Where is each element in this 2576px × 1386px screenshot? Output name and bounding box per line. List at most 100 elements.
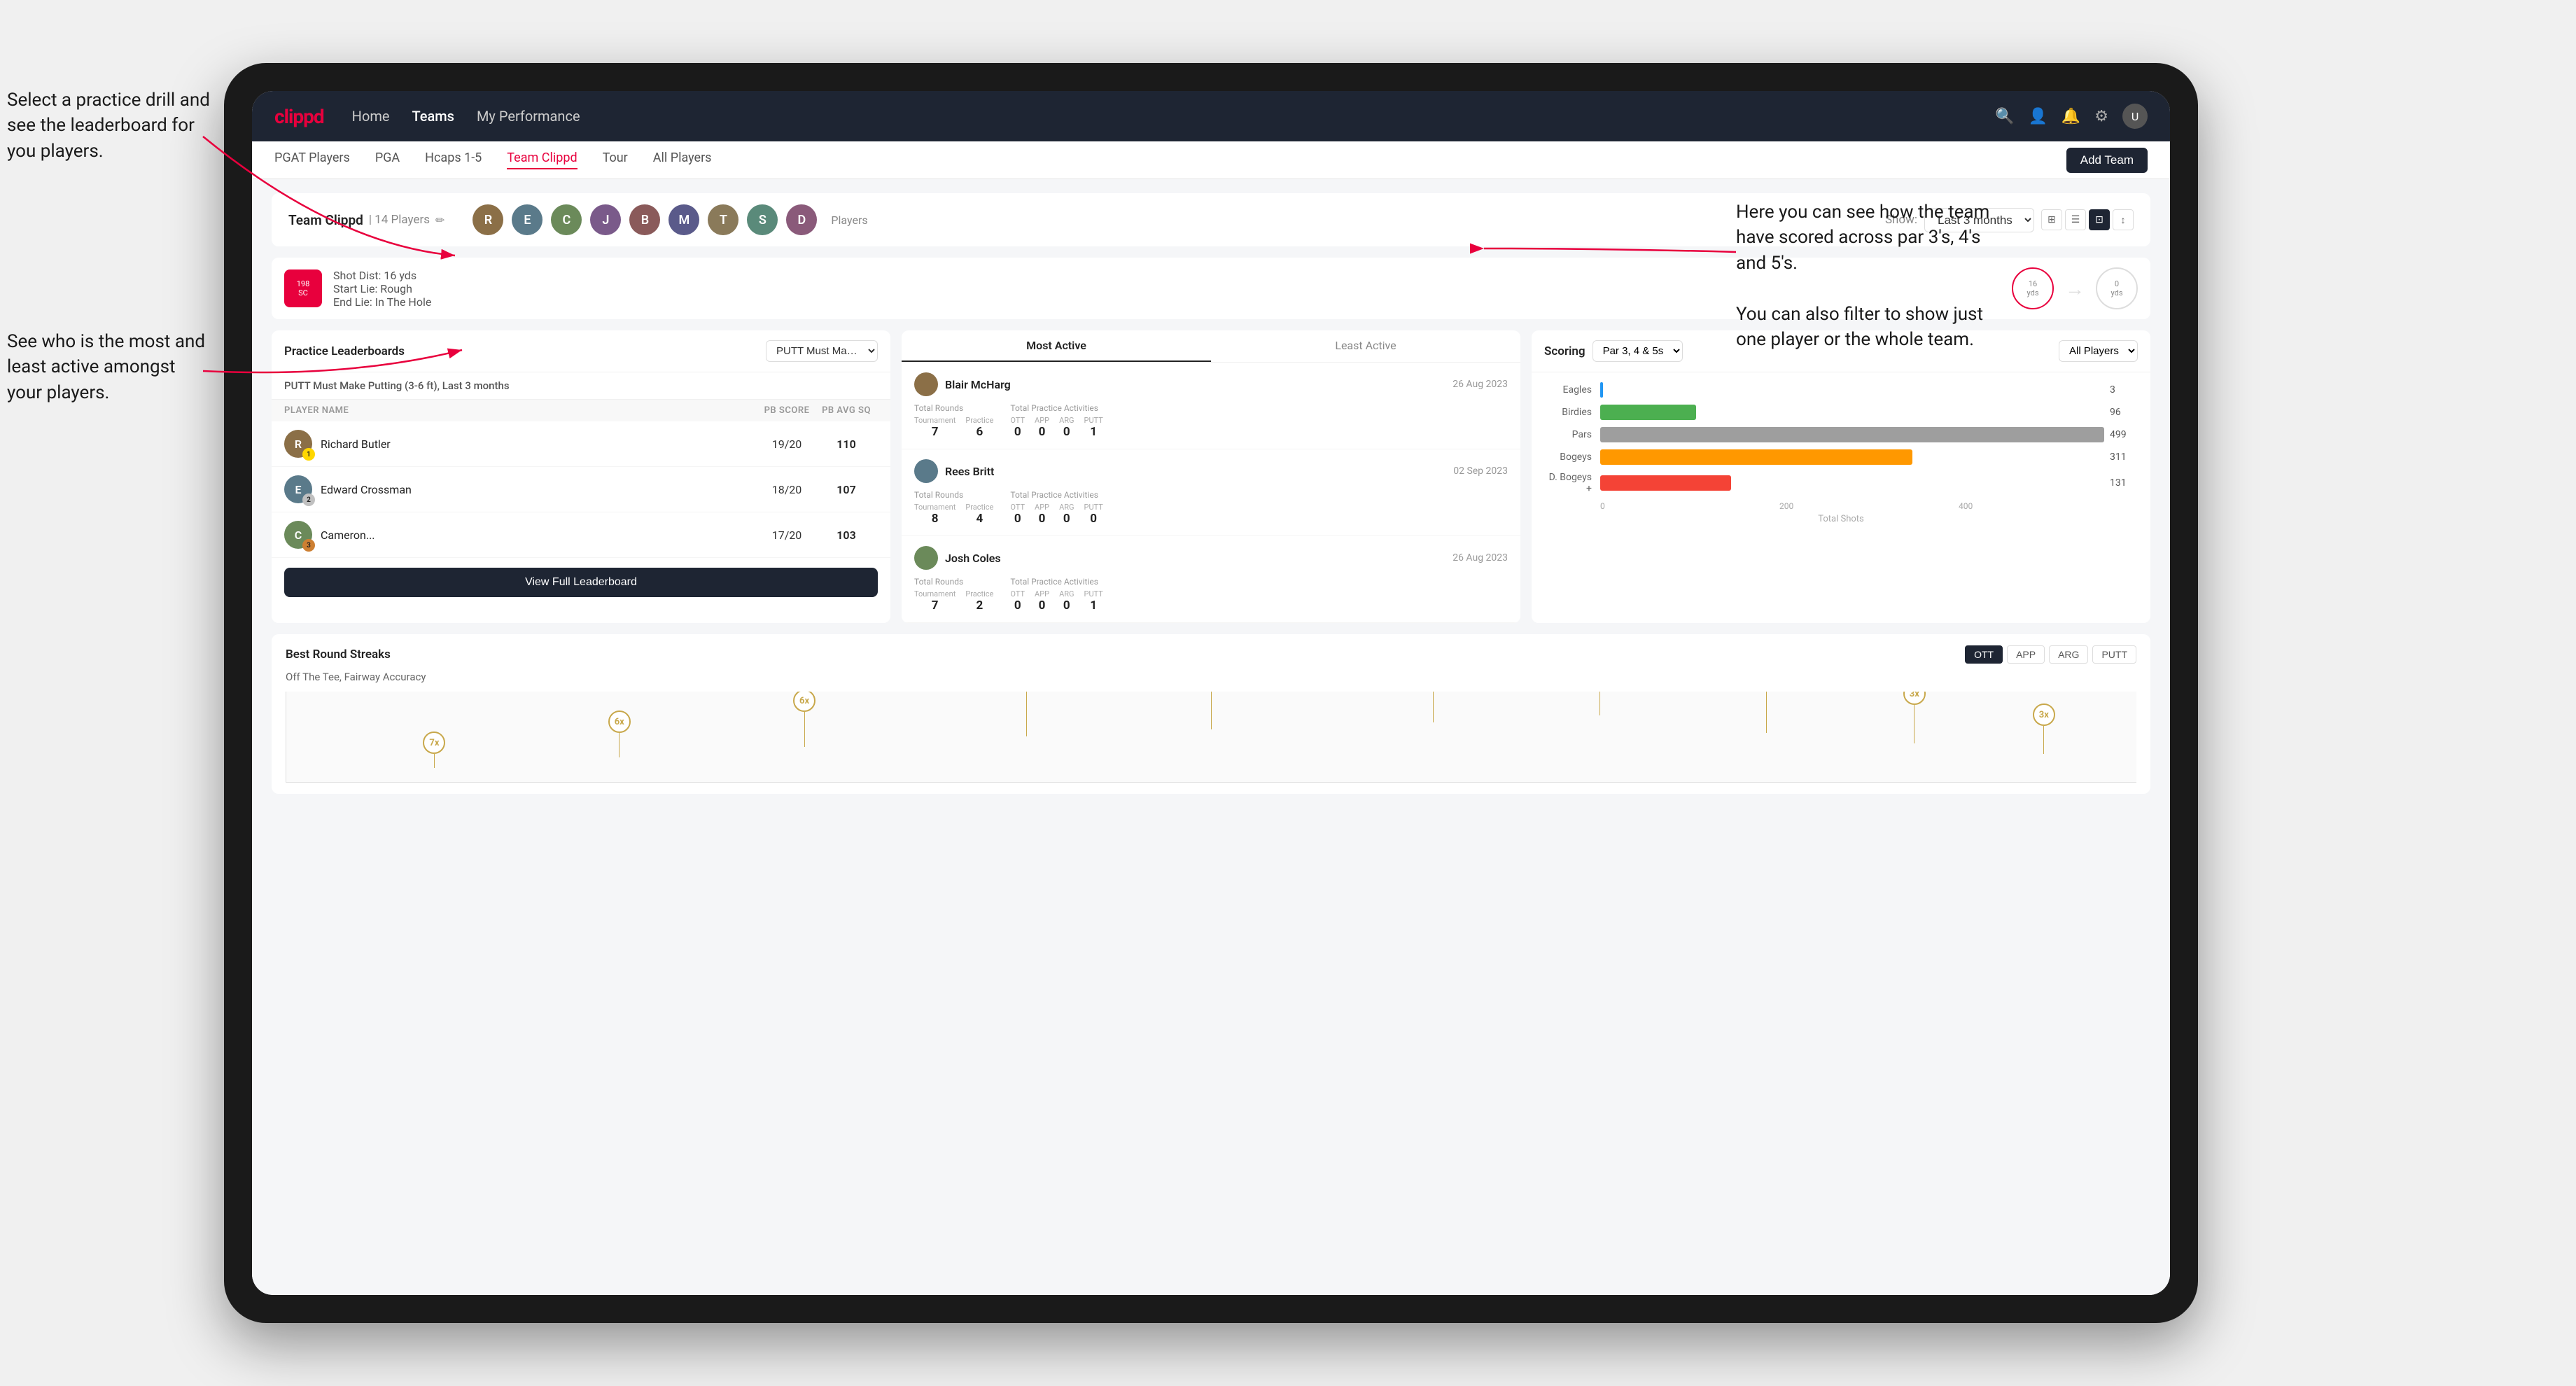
streak-dot: 3x <box>1903 692 1926 743</box>
pa-avatar-1 <box>914 372 938 396</box>
par-filter[interactable]: Par 3, 4 & 5s <box>1592 340 1683 362</box>
person-icon[interactable]: 👤 <box>2028 108 2047 125</box>
chart-row-pars: Pars 499 <box>1544 427 2138 442</box>
streak-line <box>2043 726 2044 754</box>
pa-rounds-label: Total Rounds <box>914 403 993 413</box>
pa-ott-1: 0 <box>1010 425 1025 439</box>
nav-link-home[interactable]: Home <box>352 105 390 127</box>
rank-badge-1: 1 <box>302 448 315 461</box>
eagles-bar-container <box>1600 382 2104 398</box>
streak-btn-arg[interactable]: ARG <box>2049 645 2088 664</box>
avatar[interactable]: U <box>2122 104 2148 129</box>
search-icon[interactable]: 🔍 <box>1995 108 2014 125</box>
pb-avg-3: 103 <box>815 528 878 542</box>
nav-link-teams[interactable]: Teams <box>412 105 454 127</box>
pa-tournament-col: Tournament 7 <box>914 416 955 439</box>
streak-dot: 5x <box>1015 692 1037 736</box>
table-header: PLAYER NAME PB SCORE PB AVG SQ <box>272 400 890 421</box>
leaderboard-header: Practice Leaderboards PUTT Must Make Put… <box>272 330 890 372</box>
player-avatar-3[interactable]: C <box>551 204 582 235</box>
players-label: Players <box>831 214 867 227</box>
bogeys-bar <box>1600 449 1912 465</box>
three-col-layout: Practice Leaderboards PUTT Must Make Put… <box>272 330 2150 623</box>
annotation-bottom-left: See who is the most and least active amo… <box>7 329 210 405</box>
chart-row-birdies: Birdies 96 <box>1544 405 2138 420</box>
streak-btn-ott[interactable]: OTT <box>1965 645 2003 664</box>
rank-avatar-3: C 3 <box>284 521 312 549</box>
player-avatar-1[interactable]: R <box>472 204 503 235</box>
sort-icon[interactable]: ↕ <box>2113 209 2134 230</box>
streaks-subtitle: Off The Tee, Fairway Accuracy <box>286 671 2136 683</box>
player-avatar-7[interactable]: T <box>708 204 738 235</box>
practice-leaderboard-panel: Practice Leaderboards PUTT Must Make Put… <box>272 330 890 623</box>
streak-dot-circle: 3x <box>2033 704 2055 726</box>
subnav-pga[interactable]: PGA <box>375 150 400 169</box>
bogeys-value: 311 <box>2110 451 2138 463</box>
subnav-hcaps[interactable]: Hcaps 1-5 <box>425 150 482 169</box>
shot-circles: 16 yds → 0 yds <box>2012 267 2138 309</box>
edit-icon[interactable]: ✏ <box>435 214 444 227</box>
nav-logo[interactable]: clippd <box>274 105 324 128</box>
table-row: R 1 Richard Butler 19/20 110 <box>272 421 890 467</box>
player-avatar-5[interactable]: B <box>629 204 660 235</box>
pa-rounds-group: Total Rounds Tournament 7 Practice 6 <box>914 403 993 439</box>
table-row: C 3 Cameron... 17/20 103 <box>272 512 890 558</box>
player-avatar-9[interactable]: D <box>786 204 817 235</box>
settings-icon[interactable]: ⚙ <box>2094 108 2108 125</box>
annotation-right: Here you can see how the team have score… <box>1736 200 2002 352</box>
subnav-tour[interactable]: Tour <box>603 150 628 169</box>
pars-label: Pars <box>1544 429 1600 440</box>
pb-avg-2: 107 <box>815 483 878 496</box>
subnav-pgat[interactable]: PGAT Players <box>274 150 350 169</box>
streak-line <box>1211 692 1212 729</box>
grid-icon[interactable]: ⊞ <box>2041 209 2062 230</box>
list-item: Josh Coles 26 Aug 2023 Total Rounds Tour… <box>902 536 1520 623</box>
subnav-team-clippd[interactable]: Team Clippd <box>507 150 577 169</box>
shot-circle-start: 16 yds <box>2012 267 2054 309</box>
streak-dot: 6x <box>608 710 631 757</box>
players-row: R E C J B M T S D Players <box>472 204 1857 235</box>
birdies-bar-container <box>1600 405 2104 420</box>
nav-icons: 🔍 👤 🔔 ⚙ U <box>1995 104 2148 129</box>
card-icon[interactable]: ⊡ <box>2089 209 2110 230</box>
player-avatar-4[interactable]: J <box>590 204 621 235</box>
eagles-label: Eagles <box>1544 384 1600 396</box>
player-filter[interactable]: All Players <box>2059 340 2138 362</box>
nav-link-performance[interactable]: My Performance <box>477 105 580 127</box>
streak-dot-circle: 6x <box>608 710 631 733</box>
streak-line <box>619 733 620 757</box>
annotation-top-left: Select a practice drill and see the lead… <box>7 88 210 164</box>
tab-most-active[interactable]: Most Active <box>902 330 1211 362</box>
team-count: | 14 Players <box>369 213 430 227</box>
chart-axis: 0 200 400 <box>1600 501 2138 511</box>
bell-icon[interactable]: 🔔 <box>2062 108 2080 125</box>
pb-score-3: 17/20 <box>759 528 815 542</box>
list-item: Rees Britt 02 Sep 2023 Total Rounds Tour… <box>902 449 1520 536</box>
player-name-3: Cameron... <box>321 528 759 542</box>
streak-btn-app[interactable]: APP <box>2007 645 2045 664</box>
player-avatar-6[interactable]: M <box>668 204 699 235</box>
view-leaderboard-button[interactable]: View Full Leaderboard <box>284 568 878 597</box>
player-avatar-8[interactable]: S <box>747 204 778 235</box>
pa-putt-1: 1 <box>1084 425 1103 439</box>
rank-avatar-1: R 1 <box>284 430 312 458</box>
player-avatar-2[interactable]: E <box>512 204 542 235</box>
subnav-all-players[interactable]: All Players <box>653 150 712 169</box>
streaks-header: Best Round Streaks OTT APP ARG PUTT <box>286 645 2136 664</box>
eagles-bar <box>1600 382 1603 398</box>
dbogeys-bar <box>1600 475 1731 491</box>
streaks-buttons: OTT APP ARG PUTT <box>1965 645 2136 664</box>
pars-bar-container <box>1600 427 2104 442</box>
pa-practice-val-1: 6 <box>965 425 993 439</box>
streak-btn-putt[interactable]: PUTT <box>2092 645 2136 664</box>
streak-dot-circle: 6x <box>793 692 816 712</box>
streak-dot: 6x <box>793 692 816 747</box>
streaks-chart: 7x6x6x5x5x4x4x4x3x3x <box>286 692 2136 783</box>
scoring-panel: Scoring Par 3, 4 & 5s All Players Eagles <box>1532 330 2150 623</box>
tab-least-active[interactable]: Least Active <box>1211 330 1520 362</box>
drill-dropdown[interactable]: PUTT Must Make Putt... <box>766 340 878 362</box>
list-icon[interactable]: ☰ <box>2065 209 2086 230</box>
chart-footer: Total Shots <box>1544 514 2138 524</box>
add-team-button[interactable]: Add Team <box>2066 148 2148 173</box>
streaks-title: Best Round Streaks <box>286 648 391 662</box>
